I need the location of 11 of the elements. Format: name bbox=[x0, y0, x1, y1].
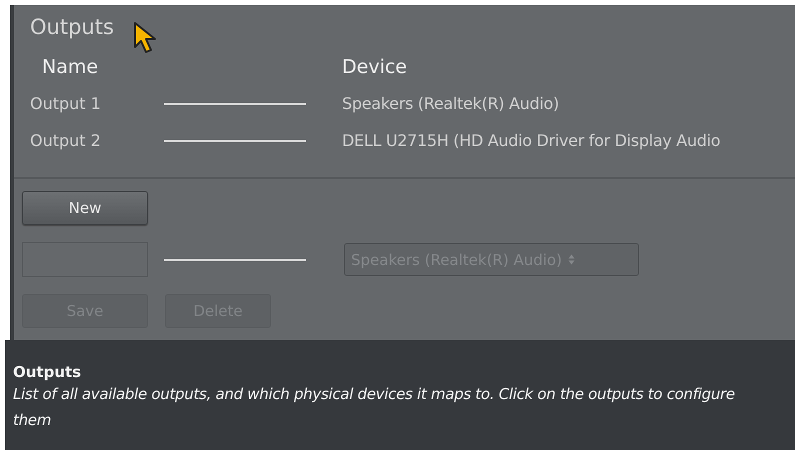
column-header: Device bbox=[342, 55, 408, 80]
section-title: Outputs bbox=[30, 15, 114, 39]
output-device[interactable]: DELL U2715H (HD Audio Driver for Display Audio bbox=[342, 122, 795, 159]
output-device[interactable]: Speakers (Realtek(R) Audio) bbox=[342, 85, 795, 122]
output-name[interactable]: Output 2 bbox=[30, 122, 164, 159]
help-title: Outputs bbox=[13, 363, 82, 381]
help-text: List of all available outputs, and which physical devices it maps to. Click on the outputs to configure them bbox=[13, 384, 736, 431]
up-down-arrow-icon bbox=[568, 254, 575, 265]
new-button[interactable]: New bbox=[22, 191, 148, 225]
output-name[interactable]: Output 1 bbox=[30, 85, 164, 122]
column-header: Name bbox=[41, 55, 100, 80]
